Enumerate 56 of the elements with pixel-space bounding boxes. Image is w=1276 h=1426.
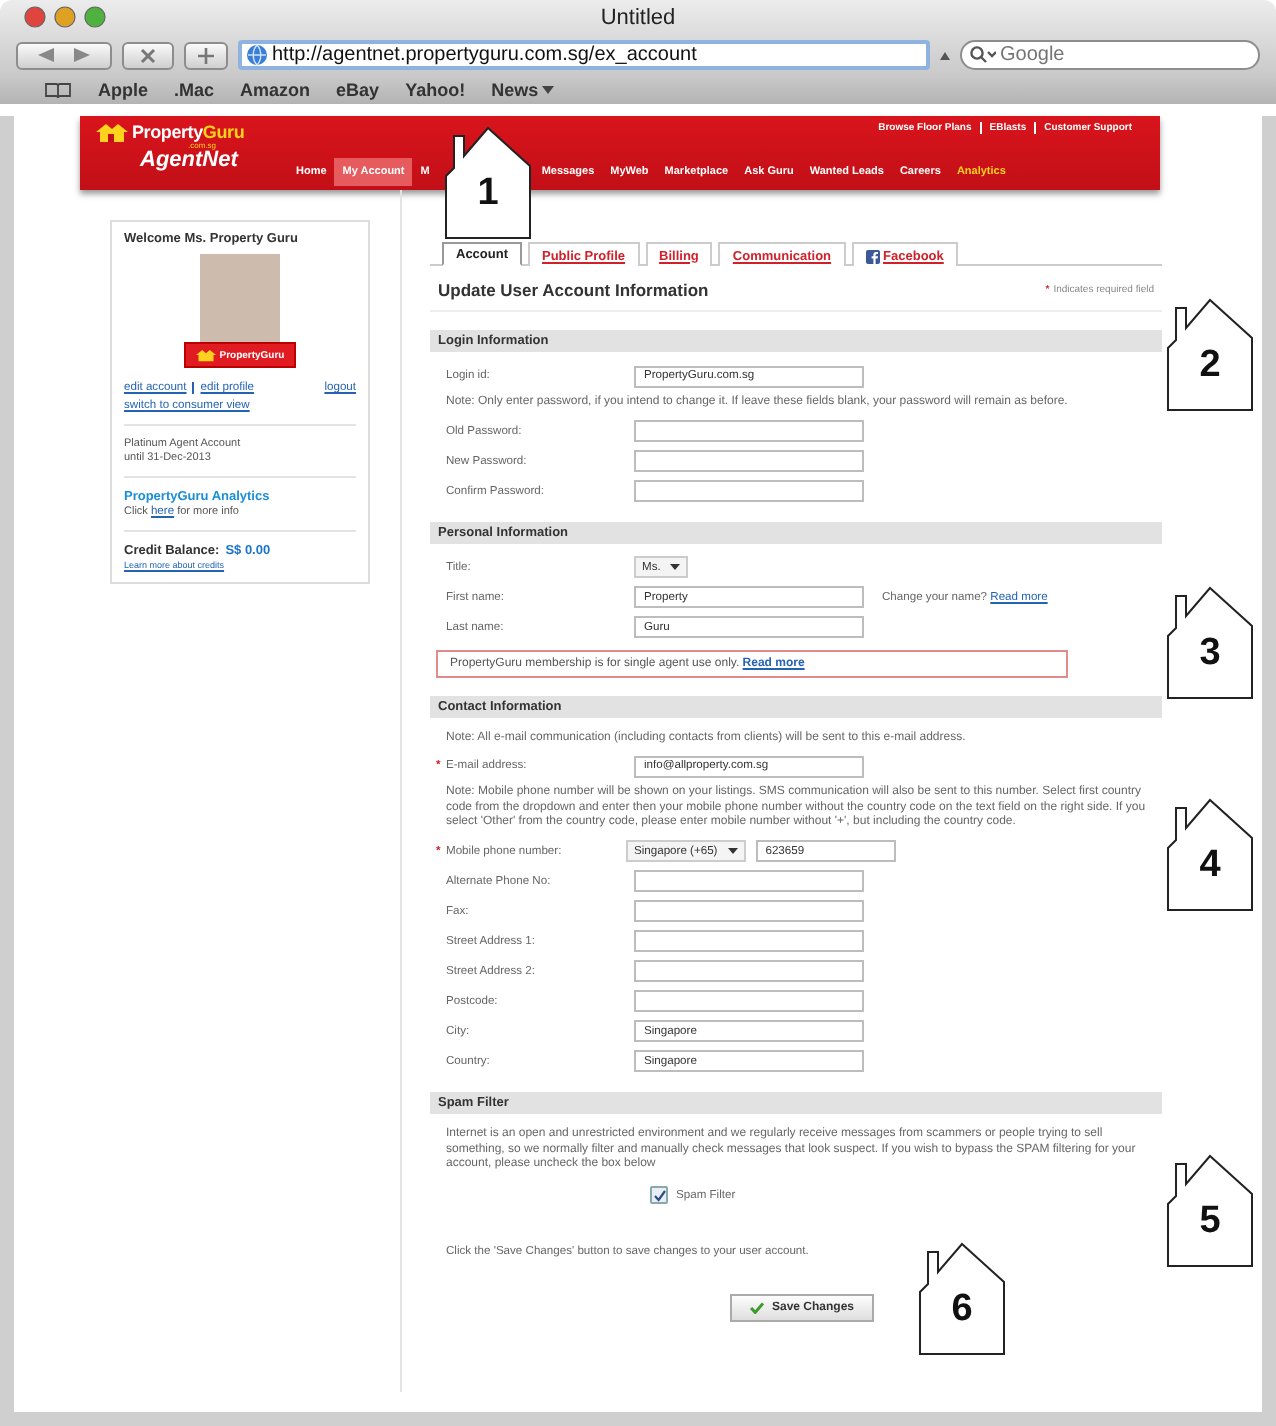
caret-icon — [727, 848, 738, 855]
facebook-icon — [865, 249, 880, 263]
window-button-icon[interactable] — [24, 6, 46, 28]
window-button-icon[interactable] — [54, 6, 76, 28]
callout-number: 2 — [1197, 344, 1223, 388]
callout-outline — [1166, 584, 1254, 700]
search-icon — [970, 46, 996, 64]
search-input[interactable]: Google — [1000, 44, 1200, 66]
close-icon — [140, 47, 156, 63]
bookmark-item[interactable]: Amazon — [240, 80, 311, 100]
back-forward-button[interactable] — [16, 41, 112, 69]
callout-outline — [444, 124, 532, 240]
input-field[interactable] — [634, 900, 864, 923]
input-field[interactable] — [634, 450, 864, 473]
callout-number: 3 — [1197, 632, 1223, 676]
form-heading: Update User Account Information — [438, 280, 709, 300]
caret-icon — [542, 86, 555, 94]
checkbox[interactable] — [650, 1186, 668, 1205]
product-name: AgentNet — [140, 148, 241, 172]
house-logo-icon — [195, 348, 216, 362]
callout-outline — [1166, 1152, 1254, 1268]
input-field[interactable] — [634, 420, 864, 443]
add-bookmark-button[interactable] — [184, 41, 228, 69]
input-field[interactable] — [634, 930, 864, 953]
window-title: Untitled — [598, 5, 678, 29]
book-icon[interactable] — [44, 81, 72, 99]
bookmark-item[interactable]: Apple — [98, 80, 149, 100]
bookmark-item[interactable]: .Mac — [174, 80, 215, 100]
address-field[interactable]: http://agentnet.propertyguru.com.sg/ex_account — [238, 40, 930, 70]
bookmark-item[interactable]: eBay — [336, 80, 380, 100]
callout-outline — [918, 1240, 1006, 1356]
callout-number: 5 — [1197, 1200, 1223, 1244]
input-field[interactable] — [634, 480, 864, 503]
house-logo-icon — [96, 122, 128, 142]
input-field[interactable] — [634, 870, 864, 893]
callout-number: 4 — [1197, 844, 1223, 888]
checkmark-icon — [750, 1301, 764, 1314]
back-arrow-icon — [38, 48, 54, 62]
globe-icon — [246, 44, 268, 66]
callout-outline — [1166, 296, 1254, 412]
bookmark-item[interactable]: News — [491, 80, 555, 100]
callout-outline — [1166, 796, 1254, 912]
window-button-icon[interactable] — [84, 6, 106, 28]
search-field[interactable]: Google — [960, 40, 1260, 70]
caret-icon — [940, 51, 950, 59]
plus-icon — [198, 47, 214, 63]
callout-number: 1 — [475, 172, 501, 216]
stop-button[interactable] — [122, 41, 174, 69]
caret-icon — [670, 564, 681, 571]
callout-number: 6 — [949, 1288, 975, 1332]
bookmark-item[interactable]: Yahoo! — [405, 80, 466, 100]
forward-arrow-icon — [74, 48, 90, 62]
input-field[interactable] — [634, 990, 864, 1013]
photo-placeholder — [200, 254, 280, 342]
logo-text: PropertyGuru — [132, 122, 245, 142]
input-field[interactable] — [634, 960, 864, 983]
